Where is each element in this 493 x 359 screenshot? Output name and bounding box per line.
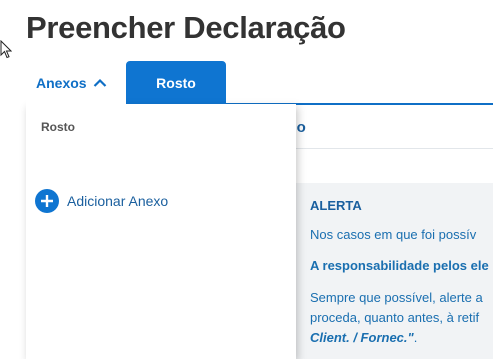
alert-text-3: Sempre que possível, alerte a proceda, q… [310,288,483,348]
anexos-dropdown: Rosto Adicionar Anexo [26,104,296,359]
alert-text-3c-tail: . [413,330,418,345]
plus-icon [35,189,59,213]
alert-text-2: A responsabilidade pelos ele [310,258,489,273]
tab-anexos-label: Anexos [36,75,87,91]
add-annex-button[interactable]: Adicionar Anexo [35,189,168,213]
page-title: Preencher Declaração [26,10,346,45]
alert-title: ALERTA [310,198,362,213]
section-divider [296,148,493,149]
chevron-up-icon [93,78,107,88]
alert-text-3a: Sempre que possível, alerte a [310,290,483,305]
alert-text-1: Nos casos em que foi possív [310,227,477,242]
alert-box: ALERTA Nos casos em que foi possív A res… [296,183,493,359]
tab-rosto-label: Rosto [156,74,196,91]
tab-rosto[interactable]: Rosto [126,61,226,104]
alert-text-3c: Client. / Fornec.". [310,328,483,348]
add-annex-label: Adicionar Anexo [67,193,169,209]
mouse-cursor-icon [0,40,12,59]
alert-text-3b: proceda, quanto antes, à retif [310,310,480,325]
alert-text-3c-italic: Client. / Fornec." [310,330,414,345]
tab-anexos[interactable]: Anexos [26,62,126,104]
dropdown-item-rosto[interactable]: Rosto [41,120,75,134]
